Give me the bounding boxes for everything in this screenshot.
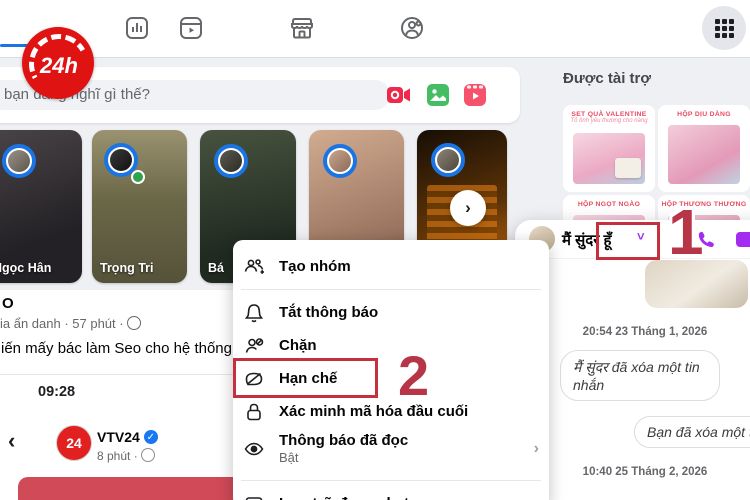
active-tab-underline <box>0 44 28 47</box>
menu-item-sublabel: Bật <box>279 450 299 466</box>
next-arrow-icon: › <box>465 198 471 217</box>
chat-window: मैं सुंदर हूँ ˅ 20:54 23 Tháng 1, 2026 म… <box>515 220 750 500</box>
product-bag <box>615 158 641 178</box>
post-meta-text: ia ẩn danh · 57 phút · <box>0 316 124 331</box>
reels-icon[interactable] <box>177 14 205 42</box>
sponsored-product[interactable]: HỘP DỊU DÀNG <box>658 105 750 192</box>
product-image <box>668 125 740 184</box>
annotation-number-1: 1 <box>668 196 704 268</box>
video-call-icon[interactable] <box>736 232 750 247</box>
vtv24-logo-text: 24 <box>66 435 82 451</box>
post-text: iến mấy bác làm Seo cho hệ thống này <box>1 340 261 357</box>
back-chevron-icon[interactable]: ‹ <box>8 428 15 454</box>
stories-next-button[interactable]: › <box>450 190 486 226</box>
reels-create-icon[interactable] <box>463 83 487 107</box>
menu-item-archive[interactable]: Lưu trữ đoạn chat <box>233 487 549 500</box>
bell-icon <box>243 302 265 324</box>
24h-logo-text: 24h <box>40 53 78 78</box>
sponsored-product[interactable]: SET QUÀ VALENTINE Tỏ tình yêu thương cho… <box>563 105 655 192</box>
story-avatar-ring <box>323 144 357 178</box>
vtv24-logo: 24 <box>56 425 92 461</box>
annotation-box-step1 <box>596 222 660 260</box>
vtv24-name: VTV24 <box>97 429 140 445</box>
archive-icon <box>243 493 265 500</box>
menu-divider <box>241 289 541 290</box>
post-meta: ia ẩn danh · 57 phút · <box>0 314 142 331</box>
marketplace-icon[interactable] <box>288 14 316 42</box>
menu-item-label: Xác minh mã hóa đầu cuối <box>279 403 469 420</box>
menu-item-mute[interactable]: Tắt thông báo <box>233 296 549 329</box>
top-navbar <box>0 0 750 58</box>
apps-menu-button[interactable] <box>702 6 746 50</box>
story-avatar-ring <box>214 144 248 178</box>
eye-icon <box>243 438 265 460</box>
chevron-right-icon: › <box>533 440 539 457</box>
facebook-page: 24h ® bạn đang nghĩ gì thế? gọc Hân Trọn… <box>0 0 750 500</box>
story-author-label: Ngọc Hân <box>0 261 52 275</box>
online-status-dot <box>131 170 145 184</box>
story-author-label: Bá <box>208 261 224 275</box>
photo-icon[interactable] <box>426 83 450 107</box>
product-label: SET QUÀ VALENTINE <box>571 111 647 118</box>
insights-icon[interactable] <box>123 14 151 42</box>
menu-item-read-receipts[interactable]: Thông báo đã đọc Bật › <box>233 428 549 470</box>
menu-item-verify-encryption[interactable]: Xác minh mã hóa đầu cuối <box>233 395 549 428</box>
story-avatar-ring <box>2 144 36 178</box>
create-group-icon <box>243 256 265 278</box>
sponsored-title: Được tài trợ <box>563 70 652 87</box>
block-person-icon <box>243 335 265 357</box>
menu-item-label: Lưu trữ đoạn chat <box>279 495 409 500</box>
verified-badge-icon: ✓ <box>143 430 158 444</box>
globe-icon <box>141 448 156 462</box>
vtv24-meta-text: 8 phút · <box>97 449 138 463</box>
menu-item-create-group[interactable]: Tạo nhóm <box>233 250 549 283</box>
vtv24-name-row[interactable]: VTV24 ✓ <box>97 429 158 445</box>
annotation-box-step2 <box>233 358 378 398</box>
groups-icon[interactable] <box>398 14 426 42</box>
menu-item-label: Chặn <box>279 337 317 354</box>
registered-mark: ® <box>86 31 92 40</box>
product-sublabel: Tỏ tình yêu thương cho nàng <box>570 118 648 124</box>
screenshot-clock: 09:28 <box>38 384 76 400</box>
story-avatar-ring <box>431 143 465 177</box>
menu-item-label: Tạo nhóm <box>279 258 351 275</box>
annotation-number-2: 2 <box>398 344 430 407</box>
menu-item-label: Thông báo đã đọc <box>279 431 409 449</box>
menu-divider <box>241 480 541 481</box>
24h-logo: 24h ® <box>22 27 96 101</box>
product-label: HỘP NGỌT NGÀO <box>577 201 641 208</box>
vtv24-meta: 8 phút · <box>97 446 156 463</box>
menu-item-label: Tắt thông báo <box>279 304 379 321</box>
group-name-fragment: O <box>2 295 14 312</box>
live-video-icon[interactable] <box>386 83 412 107</box>
product-label: HỘP DỊU DÀNG <box>677 111 731 118</box>
globe-icon <box>127 316 142 330</box>
lock-icon <box>243 401 265 423</box>
apps-grid-icon <box>714 18 734 38</box>
story-author-label: Trọng Tri <box>100 261 154 275</box>
chat-timestamp: 10:40 25 Tháng 2, 2026 <box>582 466 708 478</box>
chat-message-removed-left[interactable]: मैं सुंदर đã xóa một tin nhắn <box>560 350 720 401</box>
chat-message-removed-right[interactable]: Bạn đã xóa một tin nhắn <box>634 416 750 448</box>
chat-timestamp: 20:54 23 Tháng 1, 2026 <box>582 326 708 338</box>
